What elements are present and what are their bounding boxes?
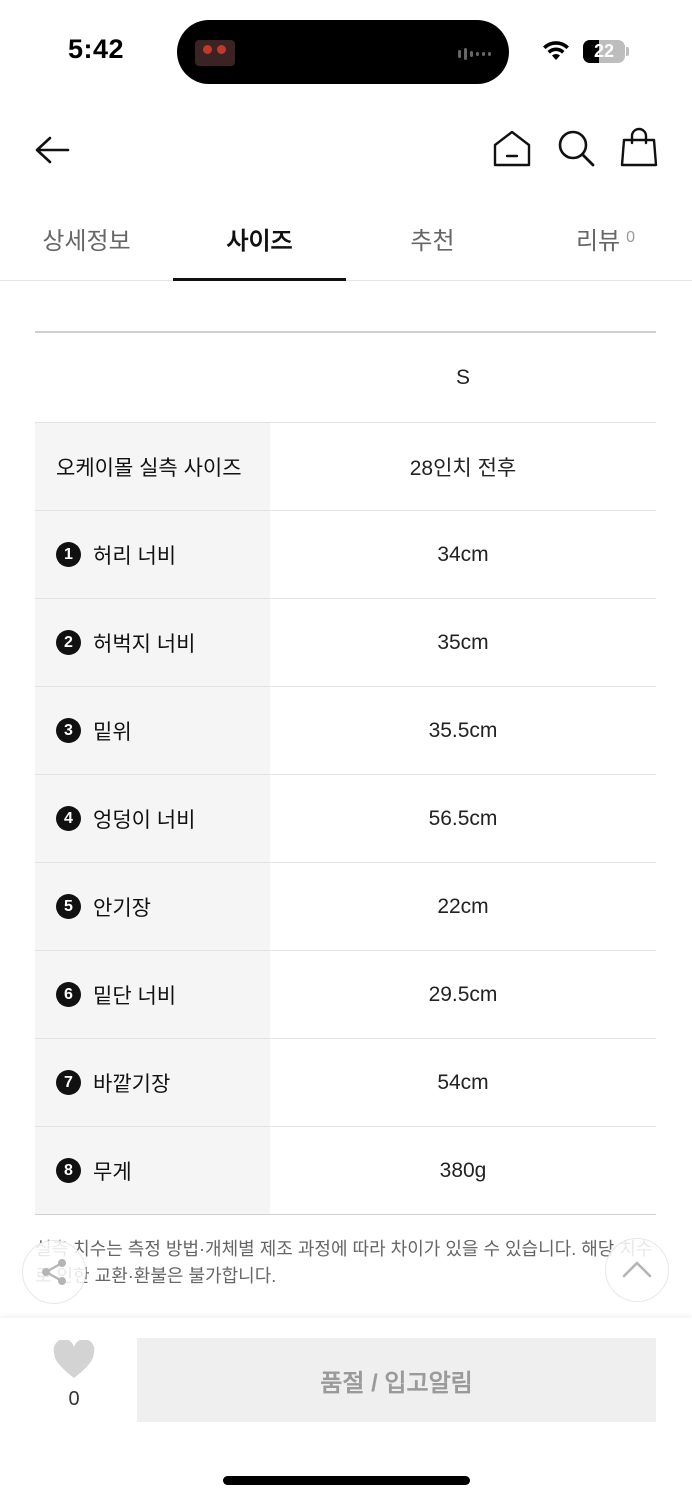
row-label: 무게: [93, 1160, 132, 1184]
size-column-header: S: [455, 365, 470, 389]
row-value: 56.5cm: [428, 806, 498, 830]
number-badge: 7: [56, 1070, 81, 1095]
row-label: 밑위: [93, 720, 132, 744]
number-badge: 8: [56, 1158, 81, 1183]
row-value: 35cm: [437, 630, 489, 654]
back-arrow-icon: [35, 136, 70, 164]
battery-level: 22: [593, 41, 615, 61]
review-count: 0: [626, 229, 636, 246]
soldout-restock-alert-button[interactable]: 품절 / 입고알림: [137, 1338, 656, 1422]
cart-button[interactable]: [619, 126, 659, 168]
row-label: 엉덩이 너비: [93, 808, 196, 832]
row-value: 380g: [439, 1158, 487, 1182]
table-row: 7 바깥기장 54cm: [35, 1039, 656, 1127]
table-row: 8 무게 380g: [35, 1127, 656, 1215]
back-button[interactable]: [32, 130, 72, 170]
row-value: 54cm: [437, 1070, 489, 1094]
tab-details[interactable]: 상세정보: [0, 196, 173, 280]
like-button[interactable]: 0: [44, 1340, 104, 1420]
table-row: 2 허벅지 너비 35cm: [35, 599, 656, 687]
number-badge: 5: [56, 894, 81, 919]
table-row: 4 엉덩이 너비 56.5cm: [35, 775, 656, 863]
row-value: 28인치 전후: [409, 456, 517, 480]
battery-icon: 22: [583, 40, 625, 63]
number-badge: 2: [56, 630, 81, 655]
like-count: 0: [68, 1388, 80, 1410]
search-icon: [558, 130, 595, 167]
shopping-bag-icon: [620, 127, 658, 167]
now-playing-thumbnail: [195, 40, 235, 66]
tab-bar: 상세정보 사이즈 추천 리뷰 0: [0, 196, 692, 281]
table-row: 5 안기장 22cm: [35, 863, 656, 951]
tab-recommend[interactable]: 추천: [346, 196, 519, 280]
chevron-up-icon: [622, 1261, 652, 1278]
status-bar: 5:42 22: [0, 0, 692, 100]
row-value: 34cm: [437, 542, 489, 566]
header-label: [35, 333, 270, 422]
number-badge: 6: [56, 982, 81, 1007]
dynamic-island[interactable]: [177, 20, 509, 84]
home-indicator: [223, 1476, 470, 1485]
status-time: 5:42: [68, 34, 125, 64]
number-badge: 3: [56, 718, 81, 743]
size-table: S 오케이몰 실측 사이즈 28인치 전후 1 허리 너비 34cm 2 허벅지 너…: [35, 331, 656, 1215]
home-icon: [493, 130, 531, 167]
table-row: 1 허리 너비 34cm: [35, 511, 656, 599]
share-icon: [42, 1259, 66, 1285]
wifi-icon: [543, 41, 569, 60]
row-value: 22cm: [437, 894, 489, 918]
row-label: 오케이몰 실측 사이즈: [56, 456, 242, 480]
audio-wave-icon: [458, 48, 491, 60]
table-row: 6 밑단 너비 29.5cm: [35, 951, 656, 1039]
row-label: 안기장: [93, 896, 151, 920]
table-row: 오케이몰 실측 사이즈 28인치 전후: [35, 423, 656, 511]
row-value: 35.5cm: [428, 718, 498, 742]
table-row: 3 밑위 35.5cm: [35, 687, 656, 775]
number-badge: 4: [56, 806, 81, 831]
search-button[interactable]: [556, 128, 596, 168]
scroll-to-top-button[interactable]: [605, 1238, 669, 1302]
row-label: 허리 너비: [93, 544, 177, 568]
row-label: 밑단 너비: [93, 984, 177, 1008]
heart-icon: [53, 1340, 95, 1378]
size-notice: 실측 치수는 측정 방법·개체별 제조 과정에 따라 차이가 있을 수 있습니다…: [35, 1239, 653, 1286]
number-badge: 1: [56, 542, 81, 567]
row-label: 바깥기장: [93, 1072, 171, 1096]
size-table-header: S: [35, 333, 656, 423]
tab-review[interactable]: 리뷰 0: [519, 196, 692, 280]
row-value: 29.5cm: [428, 982, 498, 1006]
tab-size[interactable]: 사이즈: [173, 196, 346, 281]
row-label: 허벅지 너비: [93, 632, 196, 656]
share-button[interactable]: [22, 1240, 86, 1304]
home-button[interactable]: [492, 128, 532, 168]
bottom-action-bar: 0 품절 / 입고알림: [0, 1318, 692, 1500]
